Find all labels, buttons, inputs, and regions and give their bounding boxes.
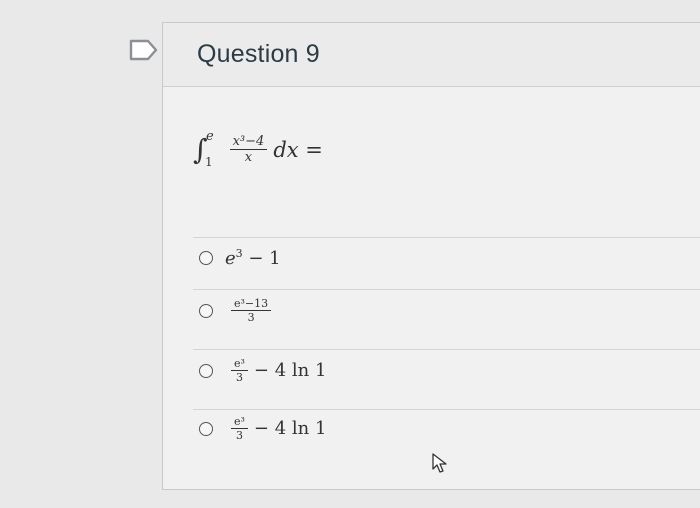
radio-button[interactable]: [199, 251, 213, 265]
divider: [193, 289, 700, 290]
integrand-numerator: x³−4: [232, 134, 265, 149]
integral-lower-limit: 1: [205, 155, 213, 169]
option-fraction: e³−13 3: [231, 297, 272, 324]
option-fraction: e³ 3: [231, 415, 248, 442]
answer-option-1[interactable]: e3 − 1: [199, 247, 281, 269]
integral-sign: ∫ e 1: [193, 129, 214, 169]
answer-option-2[interactable]: e³−13 3: [199, 297, 277, 324]
integral-trailing: dx =: [273, 137, 323, 162]
mouse-cursor-icon: [432, 453, 447, 473]
divider: [193, 237, 700, 238]
divider: [193, 349, 700, 350]
integral-upper-limit: e: [206, 129, 214, 144]
option-label: − 4 ln 1: [253, 418, 327, 439]
radio-button[interactable]: [199, 421, 213, 436]
integrand-denominator: x: [244, 150, 253, 165]
radio-button[interactable]: [199, 363, 213, 378]
radio-button[interactable]: [199, 303, 213, 318]
question-header: Question 9: [163, 23, 700, 87]
bookmark-icon[interactable]: [129, 38, 159, 62]
question-card: Question 9 ∫ e 1 x³−4 x dx = e3 − 1 e³−1…: [162, 22, 700, 490]
integrand-fraction: x³−4 x: [229, 134, 268, 165]
question-title: Question 9: [197, 40, 320, 68]
option-label: − 4 ln 1: [253, 360, 327, 381]
option-fraction: e³ 3: [231, 357, 248, 384]
option-label: e3 − 1: [225, 247, 281, 269]
answer-option-4[interactable]: e³ 3 − 4 ln 1: [199, 415, 326, 442]
question-prompt: ∫ e 1 x³−4 x dx =: [193, 129, 323, 169]
divider: [193, 409, 700, 410]
answer-option-3[interactable]: e³ 3 − 4 ln 1: [199, 357, 326, 384]
